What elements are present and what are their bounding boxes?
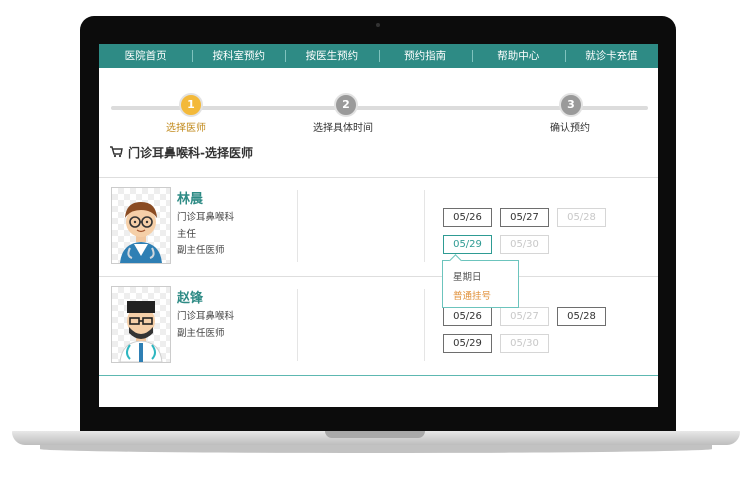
date-slot-0527[interactable]: 05/27 xyxy=(500,208,549,227)
date-slot-0529[interactable]: 05/29 xyxy=(443,334,492,353)
laptop-base xyxy=(12,431,740,445)
doctor-card: 林晨 门诊耳鼻喉科 主任 副主任医师 05/26 05/27 05/28 05/… xyxy=(99,178,658,274)
doctor-position: 主任 xyxy=(177,229,197,240)
laptop-shadow xyxy=(40,445,712,453)
date-slot-0528[interactable]: 05/28 xyxy=(557,307,606,326)
date-slot-0527: 05/27 xyxy=(500,307,549,326)
date-slot-0530: 05/30 xyxy=(500,235,549,254)
date-slot-0526[interactable]: 05/26 xyxy=(443,208,492,227)
nav-item-guide[interactable]: 预约指南 xyxy=(378,44,472,68)
doctor-avatar[interactable] xyxy=(111,187,171,264)
doctor-title: 副主任医师 xyxy=(177,245,225,256)
app-screen: 医院首页 按科室预约 按医生预约 预约指南 帮助中心 就诊卡充值 1 选择医师 … xyxy=(99,44,658,407)
doctor-name[interactable]: 赵锋 xyxy=(177,287,203,306)
popup-weekday: 星期日 xyxy=(453,272,482,283)
date-slot-0528: 05/28 xyxy=(557,208,606,227)
doctor-name[interactable]: 林晨 xyxy=(177,188,203,207)
doctor-avatar[interactable] xyxy=(111,286,171,363)
column-divider xyxy=(297,289,298,361)
doctor-avatar-image xyxy=(120,202,162,263)
step-2-label: 选择具体时间 xyxy=(313,123,373,134)
top-nav: 医院首页 按科室预约 按医生预约 预约指南 帮助中心 就诊卡充值 xyxy=(99,44,658,68)
doctor-title: 副主任医师 xyxy=(177,328,225,339)
popup-register-type[interactable]: 普通挂号 xyxy=(453,288,491,302)
schedule-popup: 星期日 普通挂号 xyxy=(442,254,519,308)
doctor-avatar-image xyxy=(119,301,163,362)
column-divider xyxy=(424,190,425,262)
list-bottom-line xyxy=(99,375,658,376)
nav-item-card-recharge[interactable]: 就诊卡充值 xyxy=(564,44,658,68)
step-1-label: 选择医师 xyxy=(166,123,206,134)
nav-item-home[interactable]: 医院首页 xyxy=(99,44,192,68)
step-2-circle: 2 xyxy=(334,93,358,117)
laptop-frame: 医院首页 按科室预约 按医生预约 预约指南 帮助中心 就诊卡充值 1 选择医师 … xyxy=(0,0,750,480)
laptop-notch xyxy=(325,431,425,438)
column-divider xyxy=(297,190,298,262)
date-slot-0526[interactable]: 05/26 xyxy=(443,307,492,326)
camera-icon xyxy=(376,23,380,27)
column-divider xyxy=(424,289,425,361)
step-1-circle: 1 xyxy=(179,93,203,117)
doctor-department: 门诊耳鼻喉科 xyxy=(177,212,235,223)
nav-item-by-department[interactable]: 按科室预约 xyxy=(192,44,285,68)
page-title: 门诊耳鼻喉科-选择医师 xyxy=(128,146,253,160)
doctor-department: 门诊耳鼻喉科 xyxy=(177,311,235,322)
cart-icon xyxy=(110,146,123,158)
nav-item-help[interactable]: 帮助中心 xyxy=(471,44,565,68)
date-slot-0530: 05/30 xyxy=(500,334,549,353)
step-3-circle: 3 xyxy=(559,93,583,117)
doctor-card: 赵锋 门诊耳鼻喉科 副主任医师 05/26 05/27 05/28 05/29 … xyxy=(99,277,658,373)
nav-item-by-doctor[interactable]: 按医生预约 xyxy=(285,44,378,68)
step-3-label: 确认预约 xyxy=(550,123,590,134)
date-slot-0529[interactable]: 05/29 xyxy=(443,235,492,254)
